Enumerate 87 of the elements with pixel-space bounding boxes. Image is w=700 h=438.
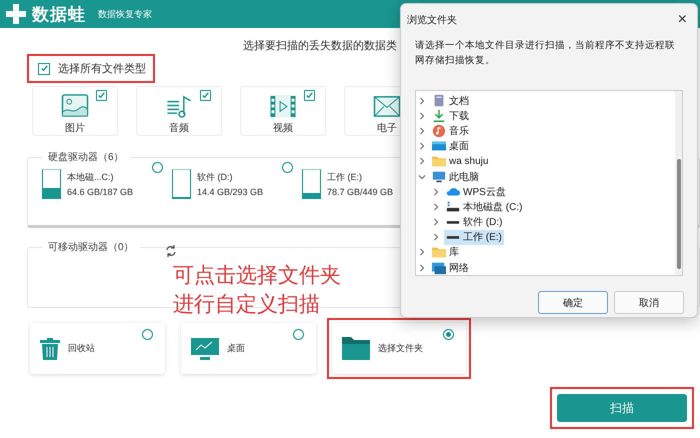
chevron-icon[interactable]: [432, 202, 440, 211]
heading: 选择要扫描的丢失数据的数据类: [243, 39, 397, 54]
tree-item[interactable]: 文档: [430, 93, 471, 108]
refresh-icon[interactable]: [164, 244, 178, 258]
scrollbar-thumb[interactable]: [676, 159, 680, 269]
app-name: 数据蛙: [32, 4, 86, 26]
tree-item[interactable]: 此电脑: [430, 169, 481, 184]
drive-usage: 78.7 GB/449 GB: [327, 187, 394, 197]
drive-usage: 14.4 GB/293 GB: [197, 187, 264, 197]
film-icon: [268, 93, 298, 118]
radio-button[interactable]: [142, 329, 153, 340]
close-button[interactable]: ×: [676, 11, 689, 29]
dialog-description: 请选择一个本地文件目录进行扫描，当前程序不支持远程联网存储扫描恢复。: [415, 39, 676, 68]
scan-button[interactable]: 扫描: [557, 394, 687, 422]
chevron-icon[interactable]: [418, 126, 426, 135]
tree-item[interactable]: 工作 (E:): [444, 230, 504, 245]
folder-icon: [432, 245, 446, 260]
chevron-icon[interactable]: [418, 172, 426, 181]
location-label: 回收站: [68, 342, 95, 355]
location-label: 选择文件夹: [378, 342, 423, 355]
chevron-icon[interactable]: [418, 248, 426, 256]
drive-icon: [42, 169, 61, 199]
tree-item[interactable]: 下载: [430, 108, 471, 124]
tree-item[interactable]: 本地磁盘 (C:): [444, 199, 524, 214]
file-type-card[interactable]: 视频: [240, 86, 326, 136]
dialog-button[interactable]: 确定: [538, 291, 608, 314]
drive-icon: [172, 169, 191, 199]
checkbox[interactable]: [38, 62, 50, 74]
dialog-button[interactable]: 取消: [614, 291, 684, 314]
file-type-card[interactable]: 图片: [32, 86, 118, 136]
tree-item[interactable]: 音乐: [430, 123, 471, 138]
file-type-card[interactable]: 音频: [136, 86, 222, 136]
checkbox[interactable]: [200, 90, 211, 101]
dialog-title: 浏览文件夹: [407, 14, 457, 27]
trash-icon: [40, 338, 60, 360]
file-type-label: 视频: [273, 122, 293, 135]
folder-icon: [432, 154, 446, 168]
cross-logo-icon: [6, 4, 26, 24]
drive-name: 本地磁...C:): [67, 171, 114, 184]
download-arrow-icon: [432, 108, 446, 123]
monitor-icon: [191, 338, 219, 360]
chevron-icon[interactable]: [432, 188, 440, 196]
tree-item[interactable]: 网络: [430, 260, 471, 275]
location-card[interactable]: 选择文件夹: [332, 323, 466, 374]
document-icon: [432, 94, 446, 108]
section-title: 可移动驱动器（0）: [47, 241, 135, 254]
tree-item[interactable]: wa shuju: [430, 154, 490, 169]
chevron-icon[interactable]: [418, 142, 426, 150]
file-type-label: 电子: [377, 122, 397, 135]
chevron-icon[interactable]: [418, 96, 426, 105]
annotation-text: 可点击选择文件夹 进行自定义扫描: [173, 263, 341, 318]
drive-icon: [302, 169, 321, 199]
desktop-icon: [432, 139, 446, 154]
tree-item[interactable]: 库: [430, 244, 461, 260]
select-all-label: 选择所有文件类型: [58, 62, 146, 76]
folder-icon: [342, 337, 370, 360]
section-title: 硬盘驱动器（6）: [47, 151, 125, 164]
radio-button[interactable]: [443, 329, 454, 340]
drive-usage: 64.6 GB/187 GB: [67, 187, 134, 197]
monitor-icon: [432, 170, 446, 184]
radio-button[interactable]: [293, 329, 304, 340]
chevron-icon[interactable]: [418, 264, 426, 272]
radio-button[interactable]: [282, 162, 293, 173]
drive-icon: [446, 200, 460, 214]
file-type-card[interactable]: 电子: [344, 86, 400, 136]
drive-name: 工作 (E:): [327, 171, 363, 184]
chevron-icon[interactable]: [432, 233, 440, 242]
music-icon: [432, 124, 446, 138]
location-card[interactable]: 桌面: [181, 323, 316, 374]
tree-item[interactable]: WPS云盘: [444, 184, 508, 200]
file-type-label: 图片: [65, 122, 85, 135]
app-subtitle: 数据恢复专家: [98, 8, 152, 20]
network-icon: [432, 260, 446, 275]
chevron-icon[interactable]: [418, 112, 426, 120]
chevron-icon[interactable]: [432, 218, 440, 226]
drive-name: 软件 (D:): [197, 171, 234, 184]
location-card[interactable]: 回收站: [30, 323, 165, 374]
chevron-icon[interactable]: [418, 157, 426, 166]
tree-item[interactable]: 软件 (D:): [444, 214, 504, 230]
checkbox[interactable]: [96, 90, 107, 101]
envelope-icon: [372, 93, 400, 118]
checkbox[interactable]: [304, 90, 315, 101]
location-label: 桌面: [227, 342, 245, 355]
file-type-label: 音频: [169, 122, 189, 135]
radio-button[interactable]: [152, 162, 163, 173]
image-icon: [60, 93, 90, 118]
tree-item[interactable]: 桌面: [430, 138, 471, 154]
